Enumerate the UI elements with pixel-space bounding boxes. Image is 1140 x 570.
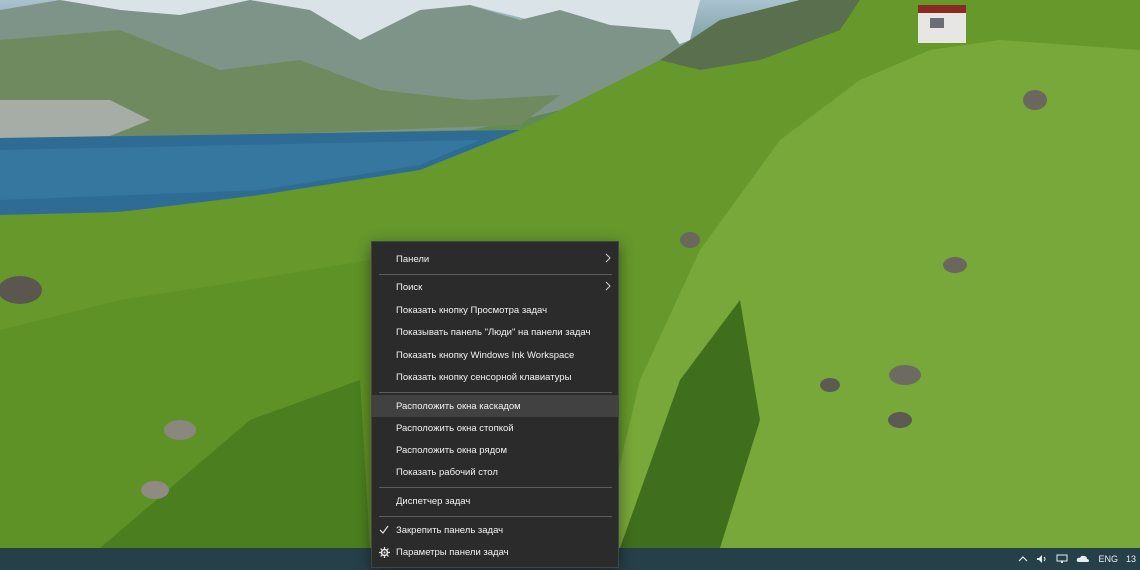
menu-item-show-task-view-button[interactable]: Показать кнопку Просмотра задач — [372, 299, 618, 321]
menu-item-cascade-windows[interactable]: Расположить окна каскадом — [372, 395, 618, 417]
submenu-arrow-icon — [605, 253, 611, 266]
gear-icon — [379, 547, 390, 561]
menu-item-show-ink-workspace[interactable]: Показать кнопку Windows Ink Workspace — [372, 344, 618, 366]
menu-item-toolbars[interactable]: Панели — [372, 248, 618, 270]
chevron-up-icon[interactable] — [1018, 554, 1028, 564]
menu-item-side-by-side[interactable]: Расположить окна рядом — [372, 439, 618, 461]
menu-separator — [379, 516, 612, 517]
menu-separator — [379, 392, 612, 393]
menu-item-task-manager[interactable]: Диспетчер задач — [372, 490, 618, 512]
menu-item-taskbar-settings[interactable]: Параметры панели задач — [372, 541, 618, 563]
taskbar-context-menu: Панели Поиск Показать кнопку Просмотра з… — [371, 241, 619, 568]
language-indicator[interactable]: ENG — [1098, 554, 1118, 564]
menu-item-label: Показать рабочий стол — [396, 466, 498, 478]
menu-item-label: Расположить окна рядом — [396, 444, 507, 456]
menu-item-label: Закрепить панель задач — [396, 524, 504, 536]
menu-item-label: Расположить окна каскадом — [396, 400, 521, 412]
menu-item-show-desktop[interactable]: Показать рабочий стол — [372, 461, 618, 483]
menu-item-lock-taskbar[interactable]: Закрепить панель задач — [372, 519, 618, 541]
menu-item-label: Показать кнопку Просмотра задач — [396, 304, 548, 316]
menu-item-label: Диспетчер задач — [396, 495, 471, 507]
system-tray: ENG 13 — [1018, 548, 1140, 570]
volume-icon[interactable] — [1036, 554, 1048, 564]
menu-item-stack-windows[interactable]: Расположить окна стопкой — [372, 417, 618, 439]
menu-item-show-touch-keyboard[interactable]: Показать кнопку сенсорной клавиатуры — [372, 366, 618, 388]
menu-item-label: Параметры панели задач — [396, 546, 509, 558]
menu-item-label: Расположить окна стопкой — [396, 422, 514, 434]
checkmark-icon — [379, 525, 389, 538]
submenu-arrow-icon — [605, 281, 611, 294]
menu-item-label: Показать кнопку сенсорной клавиатуры — [396, 371, 572, 383]
clock[interactable]: 13 — [1126, 554, 1136, 564]
menu-item-label: Поиск — [396, 281, 423, 293]
menu-separator — [379, 487, 612, 488]
menu-separator — [379, 274, 612, 275]
network-icon[interactable] — [1056, 554, 1068, 564]
menu-item-search[interactable]: Поиск — [372, 276, 618, 298]
onedrive-cloud-icon[interactable] — [1076, 554, 1090, 564]
menu-item-label: Панели — [396, 253, 430, 265]
menu-item-label: Показать кнопку Windows Ink Workspace — [396, 349, 575, 361]
menu-item-label: Показывать панель "Люди" на панели задач — [396, 326, 591, 338]
menu-item-show-people[interactable]: Показывать панель "Люди" на панели задач — [372, 321, 618, 343]
